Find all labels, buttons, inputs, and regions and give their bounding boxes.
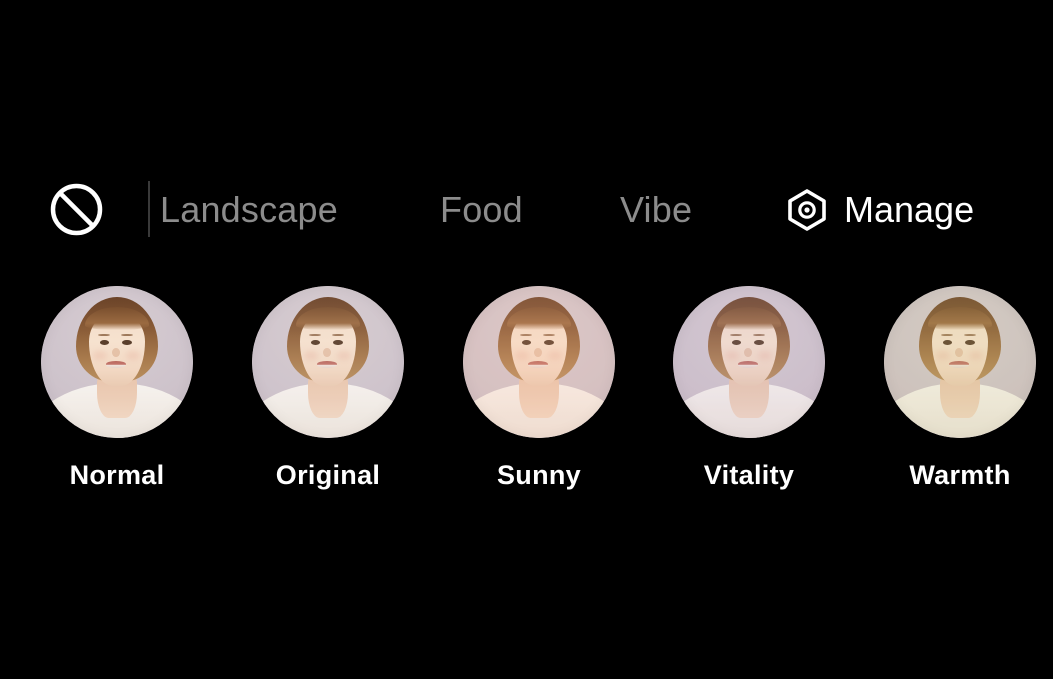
portrait-image [41,286,193,438]
portrait-image [673,286,825,438]
filter-label: Normal [69,460,165,490]
filter-item-sunny[interactable]: Sunny [463,286,615,491]
portrait-image [252,286,404,438]
category-nav-bar: Landscape Food Vibe Manage [0,86,1053,237]
filter-thumbnail[interactable] [884,286,1036,438]
portrait-image [463,286,615,438]
filter-picker-screen: Landscape Food Vibe Manage Normal Origin… [0,0,1053,679]
tab-landscape[interactable]: Landscape [160,182,338,238]
portrait-image [884,286,1036,438]
nav-divider [148,181,150,237]
filter-thumbnail[interactable] [463,286,615,438]
no-filter-button[interactable] [49,182,104,237]
filter-label: Original [275,460,381,490]
filter-thumbnail-strip: Normal Original Sunny Vitality Warmth [0,286,1053,501]
filter-thumbnail[interactable] [673,286,825,438]
no-filter-icon [50,183,103,236]
filter-item-normal[interactable]: Normal [41,286,193,491]
filter-label: Vitality [703,460,795,490]
filter-label: Warmth [909,460,1011,490]
filter-item-warmth[interactable]: Warmth [884,286,1036,491]
filter-label: Sunny [496,460,581,490]
manage-label: Manage [844,189,975,230]
tab-vibe[interactable]: Vibe [620,182,692,238]
filter-thumbnail[interactable] [41,286,193,438]
manage-button[interactable]: Manage [786,181,974,239]
tab-food[interactable]: Food [440,182,523,238]
filter-item-vitality[interactable]: Vitality [673,286,825,491]
filter-item-original[interactable]: Original [252,286,404,491]
hexagon-aperture-icon [786,188,828,232]
filter-thumbnail[interactable] [252,286,404,438]
